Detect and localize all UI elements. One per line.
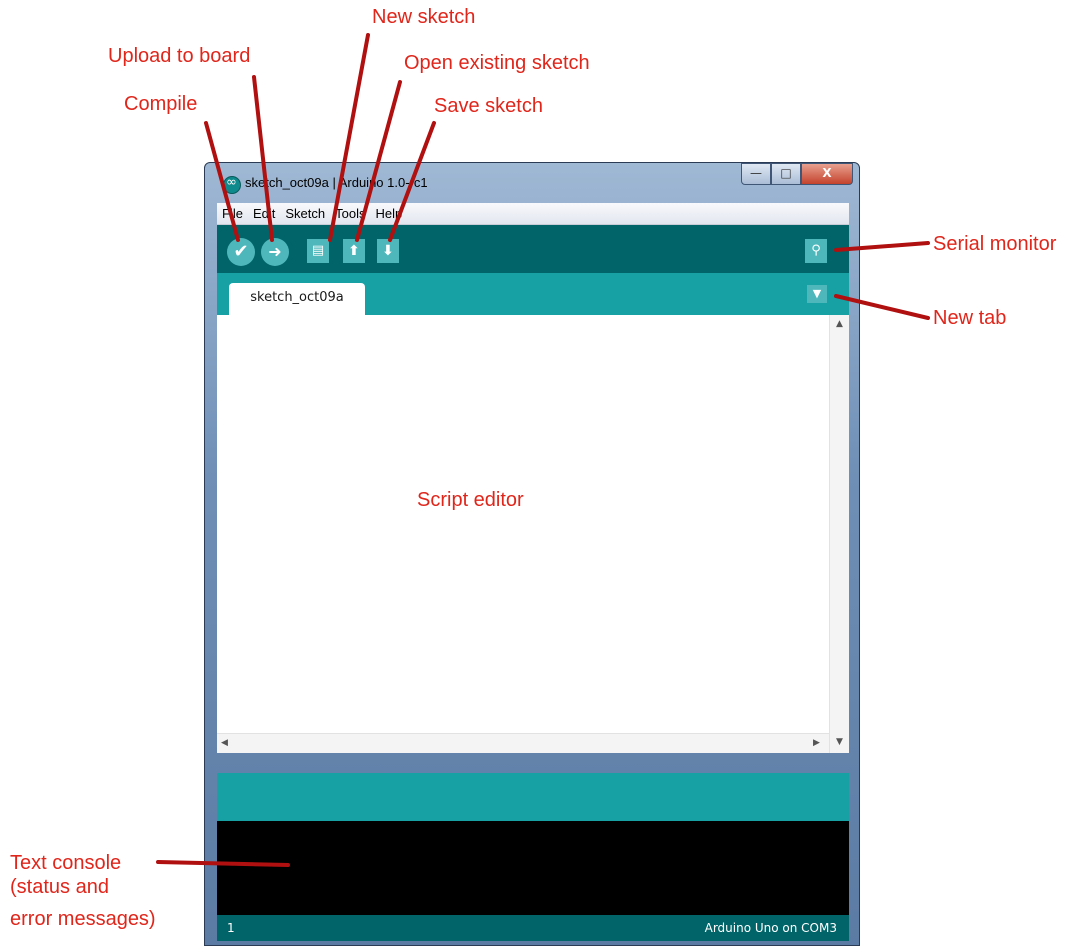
annotation-new-tab: New tab (933, 307, 1007, 329)
menu-file[interactable]: File (217, 206, 248, 221)
line-number: 1 (227, 921, 235, 935)
save-sketch-button[interactable]: ⬇ (377, 239, 399, 263)
serial-monitor-button[interactable]: ⚲ (805, 239, 827, 263)
scroll-up-icon[interactable]: ▲ (836, 319, 843, 329)
annotation-text-console-line3: error messages) (10, 908, 156, 930)
new-sketch-button[interactable]: ▤ (307, 239, 329, 263)
script-editor[interactable]: ▲ ▼ ◀ ▶ (217, 315, 849, 753)
scroll-down-icon[interactable]: ▼ (836, 737, 843, 747)
board-port-label: Arduino Uno on COM3 (704, 921, 837, 935)
new-tab-button[interactable]: ▼ (807, 285, 827, 303)
arduino-logo-icon (223, 175, 241, 194)
minimize-button[interactable]: — (741, 163, 771, 185)
open-sketch-button[interactable]: ⬆ (343, 239, 365, 263)
arrow-up-icon: ⬆ (348, 243, 360, 259)
scroll-left-icon[interactable]: ◀ (221, 738, 228, 748)
annotation-compile: Compile (124, 93, 198, 115)
arrow-down-icon: ⬇ (382, 243, 394, 259)
window-title: sketch_oct09a | Arduino 1.0-rc1 (245, 175, 428, 190)
check-icon: ✔ (233, 241, 249, 262)
annotation-upload: Upload to board (108, 45, 251, 67)
annotation-text-console-line2: (status and (10, 876, 109, 898)
vertical-scrollbar[interactable]: ▲ ▼ (829, 315, 849, 753)
annotation-new-sketch: New sketch (372, 6, 476, 28)
close-button[interactable]: X (801, 163, 853, 185)
footer-bar: 1 Arduino Uno on COM3 (217, 915, 849, 941)
arduino-ide-window: sketch_oct09a | Arduino 1.0-rc1 — □ X Fi… (204, 162, 860, 946)
tab-sketch[interactable]: sketch_oct09a (229, 283, 365, 315)
maximize-button[interactable]: □ (771, 163, 801, 185)
menu-bar: File Edit Sketch Tools Help (217, 203, 849, 225)
menu-help[interactable]: Help (370, 206, 407, 221)
annotation-serial-monitor: Serial monitor (933, 233, 1057, 255)
annotation-open-sketch: Open existing sketch (404, 52, 590, 74)
upload-button[interactable]: ➜ (261, 238, 289, 266)
menu-sketch[interactable]: Sketch (280, 206, 330, 221)
magnifier-icon: ⚲ (811, 243, 821, 258)
annotation-save-sketch: Save sketch (434, 95, 543, 117)
horizontal-scrollbar[interactable]: ◀ ▶ (217, 733, 829, 753)
annotation-text-console-line1: Text console (10, 852, 122, 874)
toolbar: ✔ ➜ ▤ ⬆ ⬇ ⚲ (217, 225, 849, 273)
tab-bar: sketch_oct09a ▼ (217, 273, 849, 315)
compile-button[interactable]: ✔ (227, 238, 255, 266)
status-bar (217, 773, 849, 821)
document-icon: ▤ (311, 243, 325, 258)
menu-edit[interactable]: Edit (248, 206, 280, 221)
annotation-script-editor: Script editor (417, 489, 524, 511)
menu-tools[interactable]: Tools (330, 206, 370, 221)
title-bar[interactable]: sketch_oct09a | Arduino 1.0-rc1 — □ X (205, 163, 859, 203)
scroll-right-icon[interactable]: ▶ (813, 738, 820, 748)
arrow-right-icon: ➜ (268, 242, 282, 261)
